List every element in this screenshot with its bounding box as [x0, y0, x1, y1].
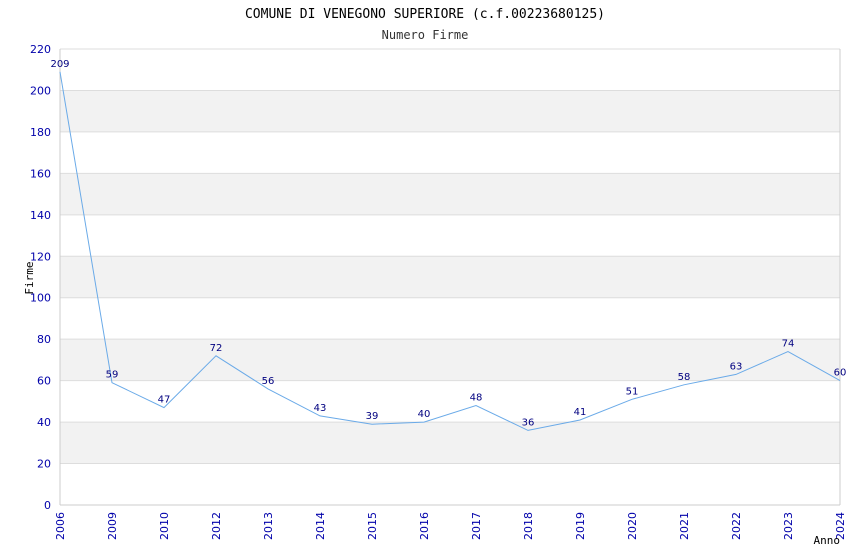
x-tick-label: 2019 [574, 512, 587, 540]
x-tick-label: 2010 [158, 512, 171, 540]
data-label: 43 [314, 403, 327, 414]
chart-title: COMUNE DI VENEGONO SUPERIORE (c.f.002236… [245, 7, 605, 22]
y-tick-label: 120 [30, 250, 51, 263]
data-label: 39 [366, 411, 379, 422]
data-label: 58 [678, 372, 691, 383]
x-tick-label: 2006 [54, 512, 67, 540]
y-tick-label: 180 [30, 126, 51, 139]
data-label: 209 [50, 59, 69, 70]
x-tick-label: 2013 [262, 512, 275, 540]
data-label: 72 [210, 343, 223, 354]
y-tick-label: 40 [37, 416, 51, 429]
x-tick-label: 2017 [470, 512, 483, 540]
data-label: 74 [782, 339, 795, 350]
x-tick-label: 2016 [418, 512, 431, 540]
x-tick-label: 2021 [678, 512, 691, 540]
x-tick-label: 2020 [626, 512, 639, 540]
x-tick-labels: 2006 2009 2010 2012 2013 2014 2015 2016 2017 2018… [54, 512, 847, 540]
y-tick-label: 20 [37, 458, 51, 471]
data-label: 63 [730, 361, 743, 372]
data-label: 41 [574, 407, 587, 418]
data-label: 59 [106, 370, 119, 381]
chart-subtitle: Numero Firme [382, 28, 469, 42]
y-tick-label: 80 [37, 333, 51, 346]
x-tick-label: 2009 [106, 512, 119, 540]
data-label: 60 [834, 368, 847, 379]
data-label: 40 [418, 409, 431, 420]
y-tick-label: 160 [30, 167, 51, 180]
background-bands [60, 90, 840, 464]
x-axis-title: Anno [814, 534, 841, 547]
x-tick-label: 2018 [522, 512, 535, 540]
x-tick-label: 2012 [210, 512, 223, 540]
line-chart: COMUNE DI VENEGONO SUPERIORE (c.f.002236… [23, 7, 847, 547]
x-tick-label: 2022 [730, 512, 743, 540]
x-tick-label: 2023 [782, 512, 795, 540]
data-label: 47 [158, 395, 171, 406]
data-label: 48 [470, 393, 483, 404]
data-label: 56 [262, 376, 275, 387]
x-tick-label: 2015 [366, 512, 379, 540]
y-tick-label: 200 [30, 84, 51, 97]
grid-band [60, 256, 840, 298]
y-tick-label: 220 [30, 43, 51, 56]
grid-band [60, 173, 840, 215]
grid-band [60, 339, 840, 381]
x-tick-label: 2014 [314, 512, 327, 540]
y-tick-label: 60 [37, 375, 51, 388]
grid-band [60, 422, 840, 464]
grid-band [60, 90, 840, 132]
y-tick-label: 0 [44, 499, 51, 512]
y-axis-title: Firme [23, 261, 36, 294]
y-tick-label: 140 [30, 209, 51, 222]
data-label: 51 [626, 386, 639, 397]
data-label: 36 [522, 417, 535, 428]
